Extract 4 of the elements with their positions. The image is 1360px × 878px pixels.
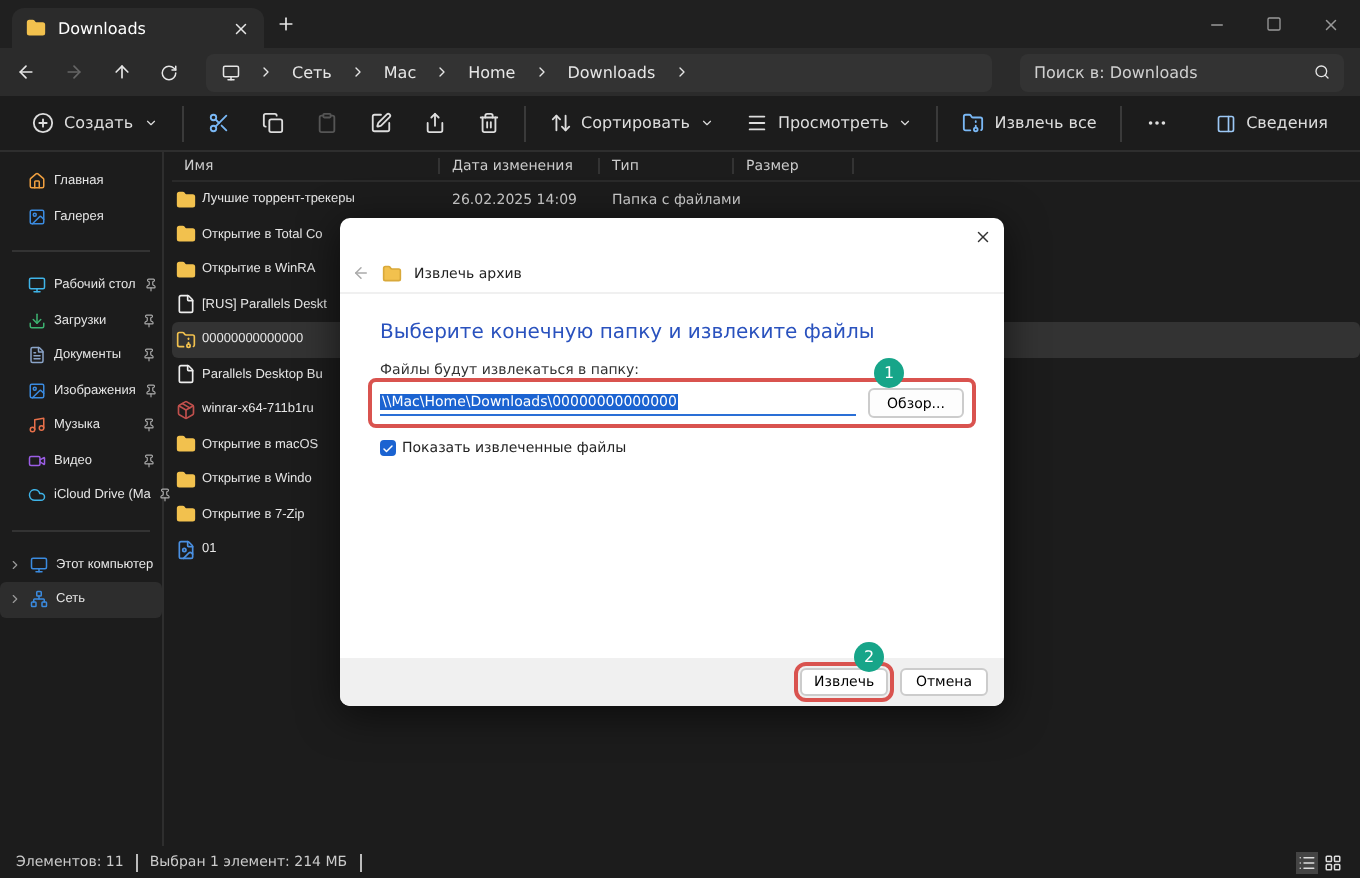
dialog-heading: Выберите конечную папку и извлеките файлы: [380, 322, 877, 344]
step-badge: 1: [874, 358, 904, 388]
tab-title: Downloads: [58, 19, 148, 37]
step-badge: 2: [854, 642, 884, 672]
